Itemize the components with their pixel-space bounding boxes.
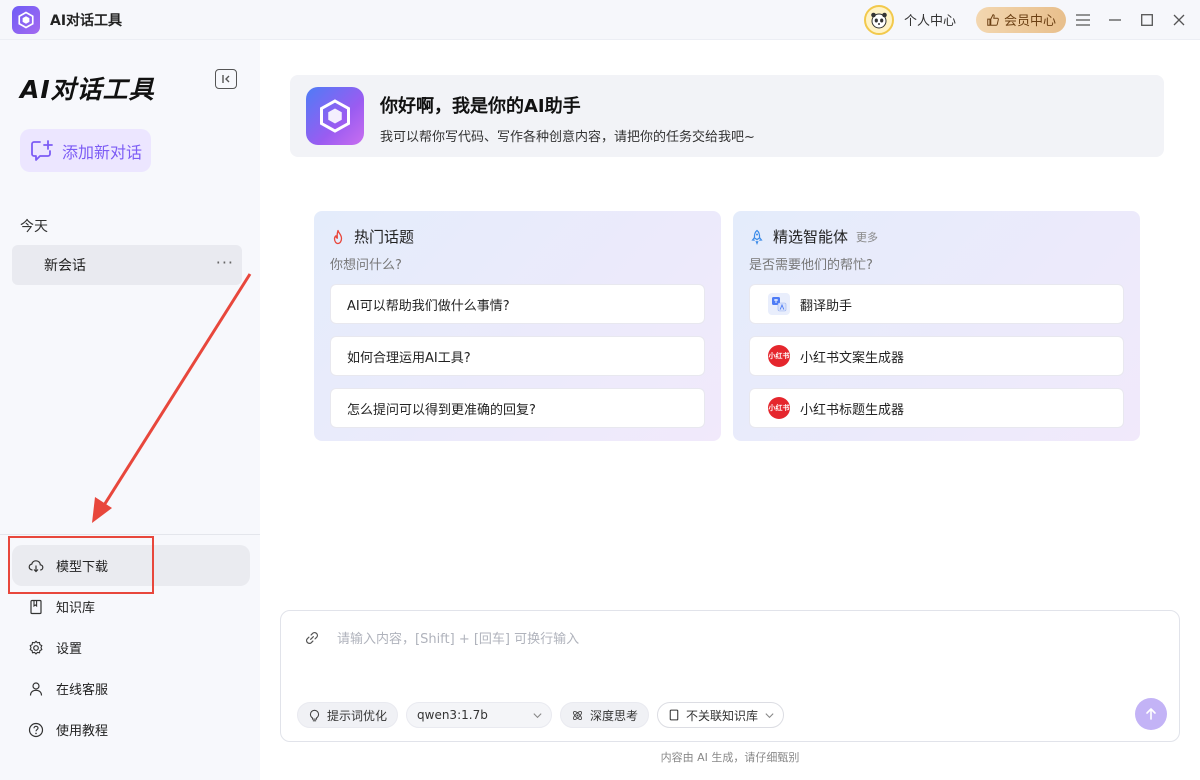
gear-icon bbox=[28, 639, 44, 656]
hot-topic-item[interactable]: 怎么提问可以得到更准确的回复? bbox=[330, 388, 705, 428]
chevron-down-icon bbox=[765, 712, 774, 718]
sidebar-item-knowledge-base[interactable]: 知识库 bbox=[12, 586, 250, 627]
chat-add-icon bbox=[31, 139, 53, 161]
sidebar-item-tutorial[interactable]: 使用教程 bbox=[12, 709, 250, 750]
book-icon bbox=[28, 599, 44, 615]
model-select-value: qwen3:1.7b bbox=[417, 708, 488, 722]
ai-disclaimer: 内容由 AI 生成，请仔细甄别 bbox=[660, 751, 800, 764]
maximize-icon bbox=[1141, 13, 1153, 26]
menu-button[interactable] bbox=[1068, 5, 1098, 35]
sidebar-item-label: 使用教程 bbox=[56, 724, 109, 739]
arrow-up-icon bbox=[1146, 708, 1156, 720]
avatar[interactable] bbox=[863, 4, 894, 35]
agent-item-xhs-title[interactable]: 小红书 小红书标题生成器 bbox=[749, 388, 1124, 428]
featured-agents-title: 精选智能体 bbox=[773, 228, 849, 246]
deep-think-label: 深度思考 bbox=[590, 708, 639, 723]
thumbs-up-icon bbox=[987, 13, 999, 26]
app-logo-icon bbox=[12, 5, 40, 34]
hot-topic-item[interactable]: 如何合理运用AI工具? bbox=[330, 336, 705, 376]
hot-topic-item[interactable]: AI可以帮助我们做什么事情? bbox=[330, 284, 705, 324]
help-circle-icon bbox=[28, 722, 44, 738]
agent-label: 小红书标题生成器 bbox=[800, 402, 905, 418]
welcome-title: 你好啊，我是你的AI助手 bbox=[380, 96, 581, 117]
hot-topics-card: 热门话题 你想问什么? AI可以帮助我们做什么事情? 如何合理运用AI工具? 怎… bbox=[314, 211, 721, 441]
sidebar-item-label: 在线客服 bbox=[56, 683, 109, 698]
sidebar-item-label: 模型下载 bbox=[56, 560, 109, 575]
model-select[interactable]: qwen3:1.7b bbox=[406, 702, 553, 728]
vip-center-button[interactable]: 会员中心 bbox=[975, 6, 1066, 33]
atom-icon bbox=[573, 710, 582, 720]
hot-topics-subtitle: 你想问什么? bbox=[330, 258, 402, 273]
sidebar-divider bbox=[0, 534, 260, 535]
user-center-link[interactable]: 个人中心 bbox=[904, 10, 956, 29]
attach-link-icon[interactable] bbox=[305, 631, 319, 645]
sidebar-nav: 模型下载 知识库 设置 在线客服 使用教程 bbox=[12, 545, 250, 750]
xiaohongshu-icon: 小红书 bbox=[768, 345, 790, 367]
hot-topics-title: 热门话题 bbox=[354, 228, 415, 246]
title-bar: AI对话工具 个人中心 会员中心 bbox=[0, 0, 1200, 40]
rocket-icon bbox=[751, 229, 763, 245]
sidebar-item-online-support[interactable]: 在线客服 bbox=[12, 668, 250, 709]
conversation-title: 新会话 bbox=[44, 258, 86, 274]
chevron-down-icon bbox=[533, 712, 542, 718]
group-label-today: 今天 bbox=[20, 219, 48, 235]
add-new-chat-button[interactable]: 添加新对话 bbox=[20, 129, 151, 172]
hamburger-icon bbox=[1076, 13, 1090, 26]
deep-think-toggle[interactable]: 深度思考 bbox=[560, 702, 650, 728]
app-title: AI对话工具 bbox=[50, 12, 123, 29]
agent-label: 翻译助手 bbox=[800, 298, 853, 314]
collapse-sidebar-button[interactable] bbox=[215, 69, 237, 89]
sidebar-item-settings[interactable]: 设置 bbox=[12, 627, 250, 668]
more-agents-link[interactable]: 更多 bbox=[856, 229, 878, 245]
lightbulb-icon bbox=[309, 709, 320, 721]
collapse-icon bbox=[222, 75, 230, 83]
chat-input[interactable] bbox=[337, 629, 1117, 649]
fire-icon bbox=[333, 229, 343, 244]
agent-item-xhs-copywriter[interactable]: 小红书 小红书文案生成器 bbox=[749, 336, 1124, 376]
sidebar-item-label: 设置 bbox=[56, 642, 83, 657]
close-button[interactable] bbox=[1164, 5, 1194, 35]
sidebar-title: AI对话工具 bbox=[20, 75, 155, 104]
conversation-item[interactable]: 新会话 ··· bbox=[12, 245, 242, 285]
send-button[interactable] bbox=[1135, 698, 1167, 730]
minimize-button[interactable] bbox=[1100, 5, 1130, 35]
featured-agents-card: 精选智能体 更多 是否需要他们的帮忙? 翻译助手 小红书 小红书文案生成器 小红… bbox=[733, 211, 1140, 441]
cloud-download-icon bbox=[28, 558, 44, 574]
maximize-button[interactable] bbox=[1132, 5, 1162, 35]
prompt-optimize-label: 提示词优化 bbox=[327, 708, 388, 723]
welcome-banner: 你好啊，我是你的AI助手 我可以帮你写代码、写作各种创意内容，请把你的任务交给我… bbox=[290, 75, 1164, 157]
sidebar-item-label: 知识库 bbox=[56, 601, 96, 616]
person-icon bbox=[28, 681, 44, 697]
welcome-subtitle: 我可以帮你写代码、写作各种创意内容，请把你的任务交给我吧~ bbox=[380, 130, 755, 145]
sidebar-item-model-download[interactable]: 模型下载 bbox=[12, 545, 250, 586]
translate-icon bbox=[768, 293, 790, 315]
knowledge-base-value: 不关联知识库 bbox=[686, 708, 759, 723]
sidebar: AI对话工具 添加新对话 今天 新会话 ··· 模型下载 知识库 设置 在线客服… bbox=[0, 40, 260, 780]
add-new-chat-label: 添加新对话 bbox=[62, 142, 143, 162]
book-icon bbox=[669, 709, 679, 721]
vip-center-label: 会员中心 bbox=[1003, 14, 1056, 29]
close-icon bbox=[1173, 14, 1185, 25]
agent-item-translator[interactable]: 翻译助手 bbox=[749, 284, 1124, 324]
minimize-icon bbox=[1109, 18, 1121, 21]
prompt-optimize-button[interactable]: 提示词优化 bbox=[297, 702, 399, 728]
assistant-logo-icon bbox=[306, 87, 364, 145]
more-options-icon[interactable]: ··· bbox=[216, 253, 234, 272]
agent-label: 小红书文案生成器 bbox=[800, 350, 905, 366]
featured-agents-subtitle: 是否需要他们的帮忙? bbox=[749, 258, 873, 273]
xiaohongshu-icon: 小红书 bbox=[768, 397, 790, 419]
knowledge-base-select[interactable]: 不关联知识库 bbox=[657, 702, 785, 728]
chat-input-box: 提示词优化 qwen3:1.7b 深度思考 不关联知识库 bbox=[280, 610, 1180, 742]
